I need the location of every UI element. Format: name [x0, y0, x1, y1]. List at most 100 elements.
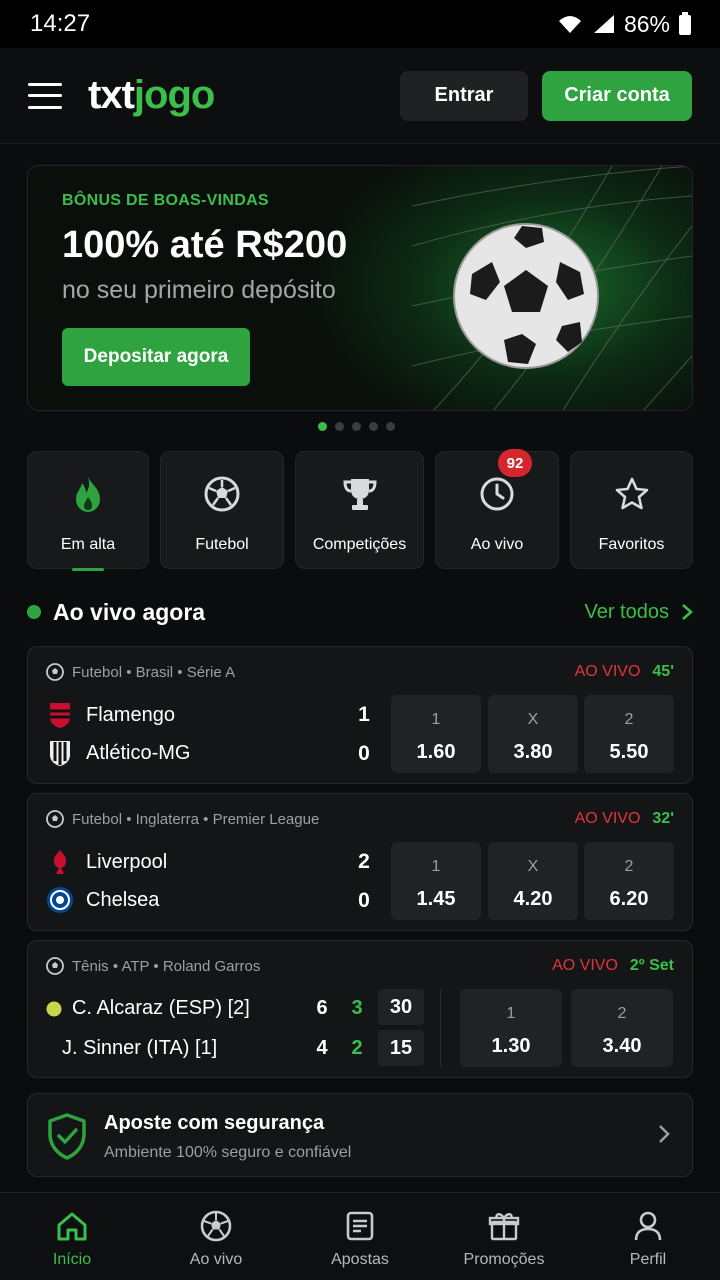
- signup-button[interactable]: Criar conta: [542, 70, 692, 121]
- chevron-right-icon: [659, 1125, 670, 1143]
- odd-button[interactable]: 1 1.30: [460, 989, 562, 1067]
- wifi-icon: [558, 16, 581, 33]
- match-meta: Futebol • Inglaterra • Premier League: [72, 810, 320, 828]
- game-points: 15: [378, 1030, 424, 1066]
- login-button[interactable]: Entrar: [400, 70, 528, 121]
- nav-ao-vivo[interactable]: Ao vivo: [144, 1193, 288, 1280]
- category-competicoes[interactable]: Competições: [295, 451, 424, 569]
- match-card[interactable]: Tênis • ATP • Roland Garros AO VIVO 2º S…: [27, 940, 693, 1078]
- nav-apostas[interactable]: Apostas: [288, 1193, 432, 1280]
- category-em-alta[interactable]: Em alta: [27, 451, 149, 571]
- live-label: AO VIVO: [552, 957, 618, 974]
- bottom-nav: Início Ao vivo Apostas Promoções Perfil: [0, 1192, 720, 1280]
- category-futebol[interactable]: Futebol: [160, 451, 284, 569]
- odd-button[interactable]: X 4.20: [488, 842, 578, 920]
- flamengo-crest-icon: [46, 701, 74, 729]
- odd-button[interactable]: 1 1.45: [391, 842, 481, 920]
- divider: [440, 989, 441, 1067]
- soccer-ball-icon: [46, 957, 64, 975]
- atletico-mg-crest-icon: [46, 739, 74, 767]
- team-home: Flamengo: [46, 701, 175, 729]
- banner-headline: 100% até R$200: [62, 224, 348, 266]
- category-favoritos[interactable]: Favoritos: [570, 451, 693, 569]
- security-card[interactable]: Aposte com segurança Ambiente 100% segur…: [27, 1093, 693, 1177]
- set2-score: 2: [351, 1037, 363, 1059]
- live-dot-icon: [27, 605, 41, 619]
- odd-button[interactable]: 1 1.60: [391, 695, 481, 773]
- home-score: 1: [358, 703, 370, 726]
- live-count-badge: 92: [498, 449, 532, 477]
- match-meta: Tênis • ATP • Roland Garros: [72, 957, 261, 975]
- nav-inicio[interactable]: Início: [0, 1193, 144, 1280]
- menu-icon[interactable]: [28, 82, 62, 109]
- ticket-icon: [345, 1209, 375, 1243]
- soccer-ball-icon: [202, 474, 242, 514]
- match-card[interactable]: Futebol • Brasil • Série A AO VIVO 45' F…: [27, 646, 693, 784]
- odd-button[interactable]: 2 5.50: [584, 695, 674, 773]
- flame-icon: [68, 474, 108, 514]
- set2-score: 3: [351, 997, 363, 1019]
- carousel-dots[interactable]: [318, 422, 395, 431]
- status-time: 14:27: [30, 10, 91, 37]
- odd-button[interactable]: 2 6.20: [584, 842, 674, 920]
- nav-promocoes[interactable]: Promoções: [432, 1193, 576, 1280]
- match-minute: 45': [652, 663, 674, 680]
- set1-score: 6: [316, 997, 328, 1019]
- team-away: Atlético-MG: [46, 739, 190, 767]
- set1-score: 4: [316, 1037, 328, 1059]
- soccer-ball-icon: [46, 663, 64, 681]
- status-bar: 14:27 86%: [0, 0, 720, 48]
- trophy-icon: [340, 474, 380, 514]
- carousel-dot[interactable]: [369, 422, 378, 431]
- soccer-ball-icon: [46, 810, 64, 828]
- banner-kicker: BÔNUS DE BOAS-VINDAS: [62, 192, 269, 209]
- live-label: AO VIVO: [574, 810, 641, 827]
- match-meta: Futebol • Brasil • Série A: [72, 663, 236, 681]
- gift-icon: [488, 1209, 520, 1243]
- liverpool-crest-icon: [46, 848, 74, 876]
- star-icon: [612, 474, 652, 514]
- carousel-dot[interactable]: [318, 422, 327, 431]
- category-ao-vivo[interactable]: Ao vivo 92: [435, 449, 559, 569]
- battery-percent: 86%: [623, 10, 670, 37]
- battery-icon: [679, 12, 691, 35]
- user-icon: [633, 1209, 663, 1243]
- logo[interactable]: txtjogo: [88, 73, 215, 118]
- team-away: Chelsea: [46, 886, 159, 914]
- soccer-ball-graphic: [453, 223, 599, 369]
- app-header: txtjogo Entrar Criar conta: [0, 48, 720, 144]
- game-points: 30: [378, 989, 424, 1025]
- deposit-button[interactable]: Depositar agora: [62, 328, 250, 386]
- match-period: 2º Set: [629, 957, 674, 974]
- carousel-dot[interactable]: [386, 422, 395, 431]
- match-card[interactable]: Futebol • Inglaterra • Premier League AO…: [27, 793, 693, 931]
- signal-icon: [593, 15, 614, 33]
- promo-banner[interactable]: BÔNUS DE BOAS-VINDAS 100% até R$200 no s…: [27, 165, 693, 411]
- security-title: Aposte com segurança: [104, 1112, 325, 1134]
- home-score: 2: [358, 850, 370, 873]
- away-score: 0: [358, 889, 370, 912]
- security-subtitle: Ambiente 100% seguro e confiável: [104, 1144, 352, 1161]
- player-one: C. Alcaraz (ESP) [2]: [46, 997, 250, 1020]
- tennis-ball-icon: [46, 1001, 62, 1016]
- player-two: J. Sinner (ITA) [1]: [62, 1037, 218, 1059]
- match-minute: 32': [652, 810, 674, 827]
- live-section-header: Ao vivo agora Ver todos: [27, 594, 693, 630]
- odd-button[interactable]: X 3.80: [488, 695, 578, 773]
- home-icon: [56, 1209, 88, 1243]
- soccer-ball-icon: [200, 1209, 232, 1243]
- see-all-link[interactable]: Ver todos: [584, 601, 693, 624]
- clock-icon: [477, 474, 517, 514]
- chevron-right-icon: [682, 604, 693, 620]
- live-label: AO VIVO: [574, 663, 641, 680]
- category-tiles: Em alta Futebol Competições Ao vivo 92 F…: [27, 449, 693, 571]
- section-title: Ao vivo agora: [53, 598, 206, 625]
- away-score: 0: [358, 742, 370, 765]
- odd-button[interactable]: 2 3.40: [571, 989, 673, 1067]
- nav-perfil[interactable]: Perfil: [576, 1193, 720, 1280]
- shield-check-icon: [48, 1113, 86, 1160]
- carousel-dot[interactable]: [335, 422, 344, 431]
- team-home: Liverpool: [46, 848, 167, 876]
- banner-subtitle: no seu primeiro depósito: [62, 276, 336, 304]
- carousel-dot[interactable]: [352, 422, 361, 431]
